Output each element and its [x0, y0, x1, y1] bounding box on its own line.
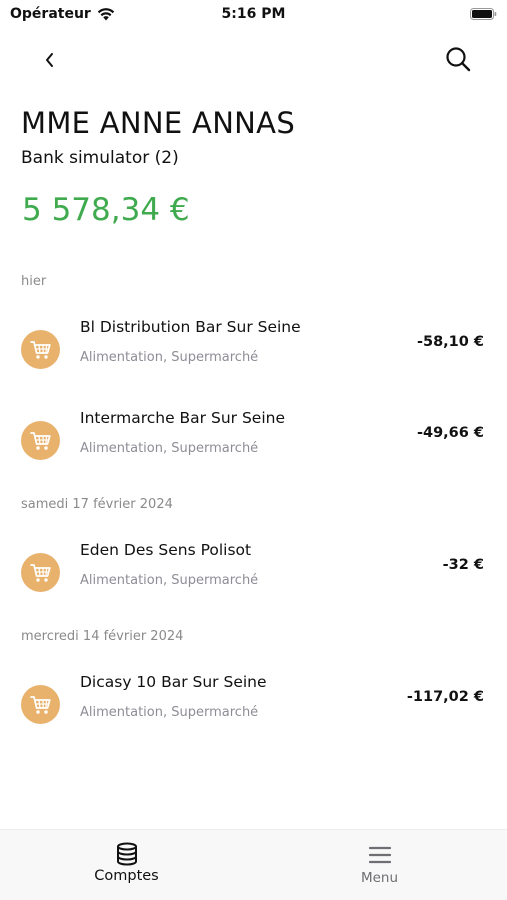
transaction-row[interactable]: Intermarche Bar Sur Seine Alimentation, … — [0, 409, 507, 473]
category-icon — [21, 553, 60, 592]
status-bar: Opérateur 5:16 PM — [0, 0, 507, 30]
tab-menu[interactable]: Menu — [253, 830, 506, 900]
tab-label: Menu — [360, 870, 399, 886]
transaction-row[interactable]: Dicasy 10 Bar Sur Seine Alimentation, Su… — [0, 673, 507, 737]
transaction-amount: -58,10 € — [416, 334, 484, 350]
account-balance: 5 578,34 € — [22, 192, 190, 228]
date-header: hier — [21, 274, 47, 289]
transaction-amount: -32 € — [442, 557, 484, 573]
hamburger-menu-icon — [368, 846, 391, 864]
transaction-row[interactable]: Bl Distribution Bar Sur Seine Alimentati… — [0, 318, 507, 382]
shopping-cart-icon — [29, 563, 51, 582]
category-icon — [21, 421, 60, 460]
bank-name: Bank simulator (2) — [21, 148, 179, 168]
transaction-amount: -117,02 € — [406, 689, 484, 705]
battery-icon — [470, 8, 497, 20]
search-button[interactable] — [443, 44, 473, 74]
date-header: mercredi 14 février 2024 — [21, 629, 184, 644]
tab-comptes[interactable]: Comptes — [0, 830, 253, 900]
shopping-cart-icon — [29, 431, 51, 450]
database-stack-icon — [116, 842, 137, 866]
transaction-category: Alimentation, Supermarché — [80, 705, 259, 720]
tab-bar: Comptes Menu — [0, 829, 507, 900]
date-header: samedi 17 février 2024 — [21, 497, 173, 512]
transaction-title: Bl Distribution Bar Sur Seine — [80, 318, 301, 336]
tab-label: Comptes — [94, 868, 159, 884]
transaction-title: Intermarche Bar Sur Seine — [80, 409, 285, 427]
transaction-title: Dicasy 10 Bar Sur Seine — [80, 673, 267, 691]
transaction-category: Alimentation, Supermarché — [80, 573, 259, 588]
transaction-amount: -49,66 € — [416, 425, 484, 441]
account-holder-name: MME ANNE ANNAS — [21, 106, 296, 140]
chevron-left-icon — [46, 53, 53, 67]
status-time: 5:16 PM — [221, 6, 286, 22]
shopping-cart-icon — [29, 340, 51, 359]
back-button[interactable] — [36, 46, 64, 74]
transaction-row[interactable]: Eden Des Sens Polisot Alimentation, Supe… — [0, 541, 507, 605]
transaction-title: Eden Des Sens Polisot — [80, 541, 252, 559]
search-icon — [446, 47, 471, 72]
transaction-category: Alimentation, Supermarché — [80, 441, 259, 456]
shopping-cart-icon — [29, 695, 51, 714]
category-icon — [21, 330, 60, 369]
transaction-category: Alimentation, Supermarché — [80, 350, 259, 365]
category-icon — [21, 685, 60, 724]
